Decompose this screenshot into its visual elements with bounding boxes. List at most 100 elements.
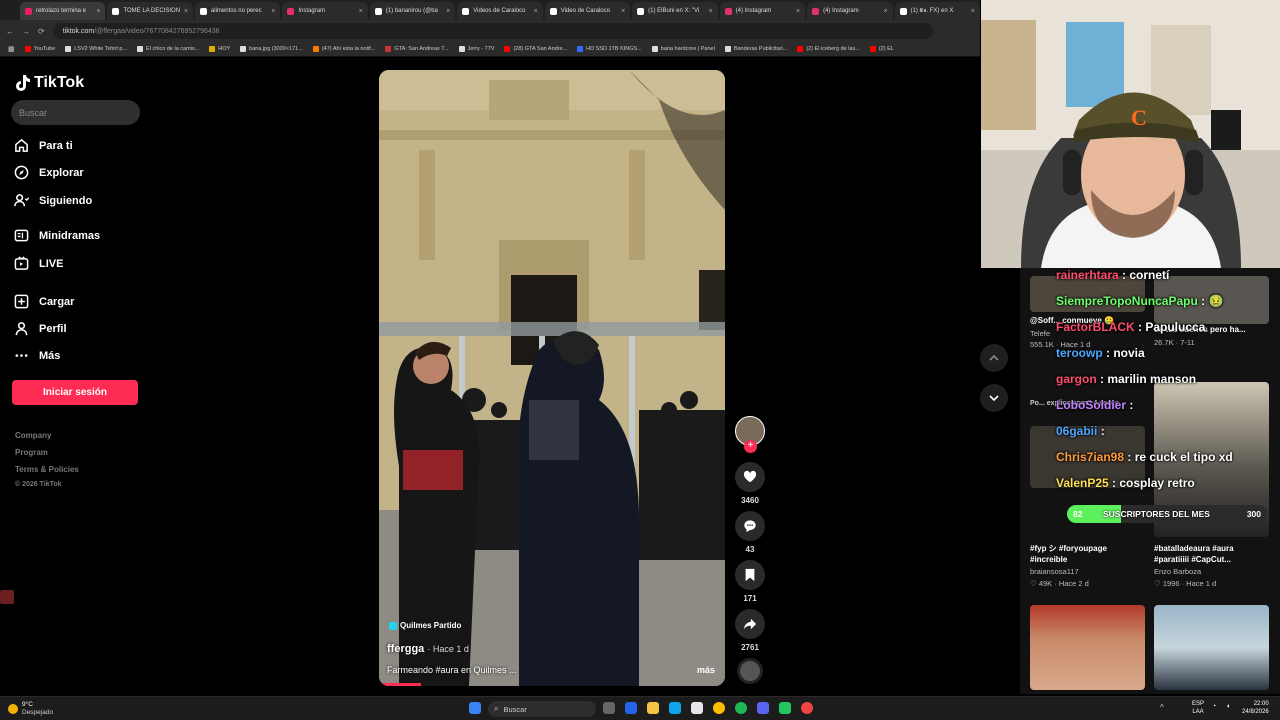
bookmark-item[interactable]: HOY: [209, 46, 230, 52]
footer-company[interactable]: Company: [15, 431, 51, 440]
footer-terms[interactable]: Terms & Policies: [15, 465, 79, 474]
back-icon[interactable]: ←: [6, 27, 14, 36]
video-progress-bar[interactable]: [379, 683, 421, 686]
tab-title: (4) Instagram: [735, 8, 772, 14]
footer-program[interactable]: Program: [15, 448, 48, 457]
browser-tab[interactable]: Videos de Caraloco ×: [457, 2, 543, 20]
taskbar-search[interactable]: ⌕ Buscar: [488, 701, 596, 717]
bookmark-item[interactable]: (28) GTA San Andre...: [504, 46, 567, 52]
chrome-icon[interactable]: [713, 702, 725, 714]
tray-chevron-icon[interactable]: ^: [1160, 703, 1164, 712]
close-icon[interactable]: ×: [271, 8, 275, 15]
bookmark-item[interactable]: HD SSD 1TB KINGS...: [577, 46, 642, 52]
browser-tab-bar: retrolazo termina e × TOME LA DECISION × ali…: [0, 0, 980, 20]
video-caption: Farmeando #aura en Quilmes ...: [387, 665, 517, 675]
windows-start-icon[interactable]: [469, 702, 481, 714]
bookmark-favicon-icon: [312, 46, 319, 52]
location-tag[interactable]: Quilmes Partido: [389, 621, 461, 630]
bookmark-item[interactable]: bana.jpg (3000×171...: [240, 46, 303, 52]
tiktok-logo[interactable]: TikTok: [14, 74, 84, 92]
volume-icon[interactable]: ◖: [1226, 703, 1230, 710]
bookmark-item[interactable]: (2) EL: [869, 46, 894, 52]
close-icon[interactable]: ×: [446, 8, 450, 15]
nav-para-ti[interactable]: Para ti: [14, 138, 73, 153]
clock[interactable]: 22:00 24/8/2026: [1242, 700, 1269, 716]
browser-tab[interactable]: (4) Instagram ×: [807, 2, 893, 20]
close-icon[interactable]: ×: [883, 8, 887, 15]
store-icon[interactable]: [691, 702, 703, 714]
nav-siguiendo[interactable]: Siguiendo: [14, 193, 92, 208]
spotify-icon[interactable]: [735, 702, 747, 714]
bookmark-item[interactable]: El chico de la camis...: [137, 46, 199, 52]
close-icon[interactable]: ×: [359, 8, 363, 15]
chat-message: SiempreTopoNuncaPapu : 🤢: [1056, 294, 1223, 308]
app-icon[interactable]: [779, 702, 791, 714]
video-card[interactable]: #fyp シ #foryoupage #increible braiansosa…: [1030, 543, 1145, 588]
close-icon[interactable]: ×: [709, 8, 713, 15]
browser-tab[interactable]: (1) bananirou (@ba ×: [369, 2, 456, 20]
browser-tab[interactable]: (1) ElBuni en X: "Vi ×: [632, 2, 718, 20]
weather-widget[interactable]: 9°C Despejado: [8, 701, 53, 717]
close-icon[interactable]: ×: [621, 8, 625, 15]
previous-video-button[interactable]: [980, 344, 1008, 372]
bookmarks-bar: ▦ YouTube LSV2 White Tshirt p... El chico …: [0, 42, 980, 57]
close-icon[interactable]: ×: [184, 8, 188, 15]
browser-tab[interactable]: (1) 𝕰𝖆. FX) en X ×: [894, 2, 980, 20]
discord-icon[interactable]: [757, 702, 769, 714]
network-icon[interactable]: ◔: [1212, 703, 1216, 710]
nav-cargar[interactable]: Cargar: [14, 294, 74, 309]
file-explorer-icon[interactable]: [647, 702, 659, 714]
search-input[interactable]: Buscar: [11, 100, 140, 125]
browser-tab[interactable]: TOME LA DECISION ×: [107, 2, 193, 20]
forward-icon[interactable]: →: [22, 27, 30, 36]
edge-icon[interactable]: [669, 702, 681, 714]
bookmark-item[interactable]: (47) Ahí esta la notif...: [312, 46, 375, 52]
nav-live[interactable]: LIVE: [14, 256, 63, 271]
next-video-button[interactable]: [980, 384, 1008, 412]
bookmark-item[interactable]: Banderas Publicitari...: [724, 46, 787, 52]
nav-minidramas[interactable]: Minidramas: [14, 228, 100, 243]
nav-mas[interactable]: Más: [14, 348, 60, 363]
login-button[interactable]: Iniciar sesión: [12, 380, 138, 405]
comment-button[interactable]: 43: [735, 511, 765, 554]
close-icon[interactable]: ×: [96, 8, 100, 15]
close-icon[interactable]: ×: [534, 8, 538, 15]
chat-text: : cosplay retro: [1108, 476, 1195, 490]
creator-avatar[interactable]: +: [735, 416, 765, 453]
music-disc[interactable]: [735, 658, 765, 684]
language-indicator[interactable]: ESP LAA: [1192, 700, 1204, 716]
browser-tab[interactable]: alimentos no perec ×: [194, 2, 281, 20]
chat-text: : cornetí: [1118, 268, 1170, 282]
apps-icon[interactable]: ▦: [8, 45, 15, 53]
nav-label: Cargar: [39, 295, 75, 308]
obs-icon[interactable]: [801, 702, 813, 714]
task-view-icon[interactable]: [603, 702, 615, 714]
close-icon[interactable]: ×: [796, 8, 800, 15]
browser-tab[interactable]: Instagram ×: [282, 2, 368, 20]
browser-tab[interactable]: retrolazo termina e ×: [20, 2, 106, 20]
share-button[interactable]: 2761: [735, 609, 765, 652]
bookmark-item[interactable]: Jerry - 77V: [458, 46, 494, 52]
nav-perfil[interactable]: Perfil: [14, 321, 67, 336]
save-button[interactable]: 171: [735, 560, 765, 603]
caption-more-link[interactable]: más: [697, 665, 715, 675]
like-button[interactable]: 3460: [735, 462, 765, 505]
bookmark-item[interactable]: LSV2 White Tshirt p...: [65, 46, 127, 52]
bookmark-item[interactable]: bana hardcore | Panel: [651, 46, 715, 52]
bookmark-item[interactable]: YouTube: [24, 46, 55, 52]
close-icon[interactable]: ×: [971, 8, 975, 15]
bookmark-item[interactable]: (2) El iceberg de las...: [797, 46, 860, 52]
reload-icon[interactable]: ⟳: [38, 27, 45, 36]
video-author[interactable]: ffergga · Hace 1 d: [387, 643, 469, 655]
video-player[interactable]: Quilmes Partido ffergga · Hace 1 d Farme…: [379, 70, 725, 686]
address-bar[interactable]: tiktok.com/@ffergaa/video/76770842769527…: [52, 23, 933, 39]
video-card[interactable]: #batalladeaura #aura #paratiiiii #CapCut…: [1154, 543, 1269, 588]
video-card[interactable]: [1154, 605, 1269, 690]
mail-icon[interactable]: [625, 702, 637, 714]
video-card[interactable]: [1030, 605, 1145, 690]
follow-plus-icon[interactable]: +: [744, 440, 757, 453]
browser-tab[interactable]: Video de Caraloco ×: [544, 2, 631, 20]
nav-explorar[interactable]: Explorar: [14, 165, 84, 180]
browser-tab[interactable]: (4) Instagram ×: [719, 2, 806, 20]
bookmark-item[interactable]: GTA: San Andreas T...: [385, 46, 449, 52]
